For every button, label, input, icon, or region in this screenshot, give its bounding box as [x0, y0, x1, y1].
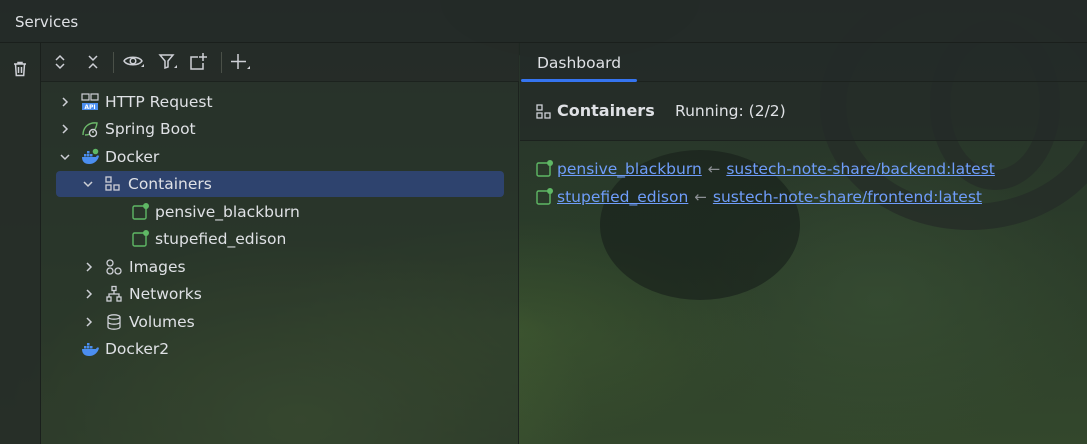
- dashboard-tabbar: Dashboard: [520, 43, 1087, 82]
- tree-item-volumes[interactable]: Volumes: [81, 309, 195, 335]
- docker-icon: [81, 340, 99, 358]
- services-toolbar: [41, 43, 519, 82]
- add-service-icon[interactable]: [228, 51, 252, 73]
- eye-icon[interactable]: [122, 51, 146, 73]
- tree-item-container[interactable]: stupefied_edison: [131, 226, 286, 252]
- chevron-right-icon[interactable]: [57, 94, 73, 110]
- tree-item-label: Networks: [129, 285, 202, 303]
- spring-boot-icon: [81, 120, 99, 138]
- container-row: stupefied_edison ← sustech-note-share/fr…: [535, 186, 982, 208]
- containers-icon: [104, 175, 122, 193]
- tree-item-label: stupefied_edison: [155, 230, 287, 248]
- container-row: pensive_blackburn ← sustech-note-share/b…: [535, 158, 995, 180]
- chevron-right-icon[interactable]: [57, 121, 73, 137]
- tree-item-networks[interactable]: Networks: [81, 281, 202, 307]
- tree-item-docker2[interactable]: Docker2: [81, 336, 169, 362]
- container-running-icon: [131, 230, 149, 248]
- left-gutter: [0, 43, 41, 444]
- left-arrow-icon: ←: [707, 160, 721, 178]
- tree-item-label: pensive_blackburn: [155, 203, 300, 221]
- image-link[interactable]: sustech-note-share/backend:latest: [726, 160, 995, 178]
- tree-item-label: Docker2: [105, 340, 170, 358]
- volumes-icon: [105, 313, 123, 331]
- left-arrow-icon: ←: [694, 188, 707, 206]
- tree-item-containers[interactable]: Containers: [56, 171, 504, 197]
- tree-item-label: Volumes: [129, 313, 195, 331]
- images-icon: [105, 258, 123, 276]
- services-tree-panel: API HTTP Request Spring Boot Docker Cont…: [41, 43, 519, 444]
- dashboard-title: Containers: [557, 101, 655, 120]
- filter-icon[interactable]: [156, 51, 180, 73]
- tab-dashboard[interactable]: Dashboard: [521, 43, 637, 82]
- tree-item-spring-boot[interactable]: Spring Boot: [57, 116, 196, 142]
- chevron-right-icon[interactable]: [81, 286, 97, 302]
- chevron-right-icon[interactable]: [81, 314, 97, 330]
- containers-icon: [535, 103, 553, 121]
- image-link[interactable]: sustech-note-share/frontend:latest: [713, 188, 982, 206]
- api-icon: API: [81, 93, 99, 111]
- dashboard-panel: Dashboard Containers Running: (2/2) pens…: [520, 43, 1087, 444]
- dashboard-header: Containers Running: (2/2): [520, 82, 1087, 141]
- running-count: Running: (2/2): [675, 102, 786, 120]
- container-running-icon: [131, 203, 149, 221]
- tree-item-http-request[interactable]: API HTTP Request: [57, 89, 213, 115]
- tree-item-label: Images: [129, 258, 186, 276]
- trash-icon[interactable]: [10, 59, 30, 79]
- container-name-link[interactable]: stupefied_edison: [557, 188, 688, 206]
- networks-icon: [105, 285, 123, 303]
- tree-item-label: Spring Boot: [105, 120, 196, 138]
- tree-item-images[interactable]: Images: [81, 254, 186, 280]
- window-title: Services: [15, 13, 79, 31]
- tree-item-docker[interactable]: Docker: [57, 144, 159, 170]
- container-name-link[interactable]: pensive_blackburn: [557, 160, 702, 178]
- expand-all-icon[interactable]: [48, 51, 72, 73]
- container-running-icon: [535, 160, 553, 178]
- chevron-down-icon[interactable]: [57, 149, 73, 165]
- tree-item-container[interactable]: pensive_blackburn: [131, 199, 300, 225]
- tree-item-label: Docker: [105, 148, 160, 166]
- svg-text:API: API: [84, 104, 95, 111]
- docker-icon: [81, 148, 99, 166]
- tree-item-label: Containers: [128, 175, 212, 193]
- container-running-icon: [535, 188, 553, 206]
- chevron-down-icon[interactable]: [80, 176, 96, 192]
- tab-label: Dashboard: [536, 53, 622, 72]
- new-group-icon[interactable]: [187, 51, 211, 73]
- tree-item-label: HTTP Request: [105, 93, 213, 111]
- collapse-all-icon[interactable]: [81, 51, 105, 73]
- chevron-right-icon[interactable]: [81, 259, 97, 275]
- title-bar: Services: [0, 0, 1087, 43]
